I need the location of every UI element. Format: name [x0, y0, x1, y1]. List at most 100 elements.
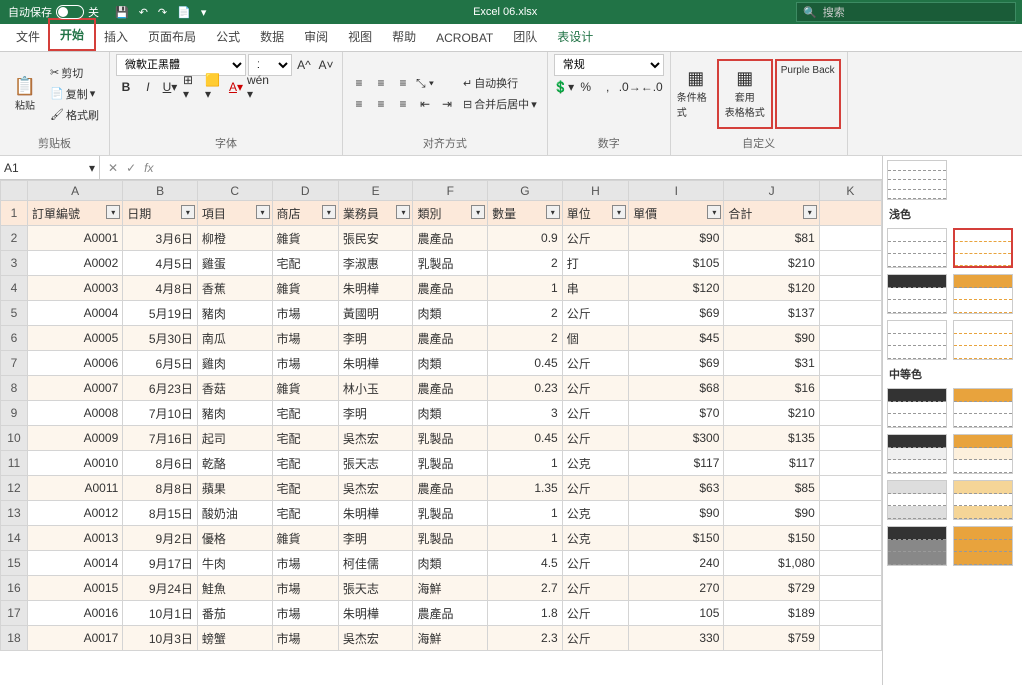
- comma-icon[interactable]: ,: [598, 77, 618, 97]
- table-header-cell[interactable]: 商店▾: [272, 201, 338, 226]
- table-row[interactable]: 3 A00024月5日雞蛋 宅配李淑惠乳製品 2打$105 $210: [1, 251, 882, 276]
- decrease-decimal-icon[interactable]: ←.0: [642, 77, 662, 97]
- style-swatch[interactable]: [887, 320, 947, 360]
- row-header[interactable]: 12: [1, 476, 28, 501]
- enter-icon[interactable]: ✓: [126, 161, 136, 175]
- currency-icon[interactable]: 💲▾: [554, 77, 574, 97]
- table-row[interactable]: 18 A001710月3日螃蟹 市場吳杰宏海鮮 2.3公斤330 $759: [1, 626, 882, 651]
- column-header[interactable]: H: [562, 181, 628, 201]
- style-swatch[interactable]: [953, 388, 1013, 428]
- align-left-icon[interactable]: ≡: [349, 94, 369, 114]
- tab-team[interactable]: 团队: [503, 22, 547, 51]
- undo-icon[interactable]: ↶: [139, 6, 148, 19]
- style-swatch[interactable]: [887, 388, 947, 428]
- filter-icon[interactable]: ▾: [256, 205, 270, 219]
- table-header-cell[interactable]: 業務員▾: [338, 201, 413, 226]
- indent-increase-icon[interactable]: ⇥: [437, 94, 457, 114]
- column-header[interactable]: D: [272, 181, 338, 201]
- row-header[interactable]: 16: [1, 576, 28, 601]
- tab-insert[interactable]: 插入: [94, 22, 138, 51]
- table-row[interactable]: 10 A00097月16日起司 宅配吳杰宏乳製品 0.45公斤$300 $135: [1, 426, 882, 451]
- table-row[interactable]: 4 A00034月8日香蕉 雜貨朱明樺農產品 1串$120 $120: [1, 276, 882, 301]
- row-header[interactable]: 15: [1, 551, 28, 576]
- row-header[interactable]: 13: [1, 501, 28, 526]
- row-header[interactable]: 4: [1, 276, 28, 301]
- font-color-icon[interactable]: A ▾: [226, 77, 246, 97]
- indent-decrease-icon[interactable]: ⇤: [415, 94, 435, 114]
- phonetic-icon[interactable]: wén ▾: [248, 77, 268, 97]
- tab-formulas[interactable]: 公式: [206, 22, 250, 51]
- column-header[interactable]: E: [338, 181, 413, 201]
- redo-icon[interactable]: ↷: [158, 6, 167, 19]
- table-row[interactable]: 11 A00108月6日乾酪 宅配張天志乳製品 1公克$117 $117: [1, 451, 882, 476]
- row-header[interactable]: 6: [1, 326, 28, 351]
- column-header[interactable]: K: [819, 181, 881, 201]
- table-header-cell[interactable]: 合計▾: [724, 201, 819, 226]
- table-header-cell[interactable]: 單價▾: [629, 201, 724, 226]
- filter-icon[interactable]: ▾: [396, 205, 410, 219]
- style-swatch[interactable]: [887, 434, 947, 474]
- row-header[interactable]: 18: [1, 626, 28, 651]
- row-header[interactable]: 14: [1, 526, 28, 551]
- touch-icon[interactable]: 📄: [177, 6, 191, 19]
- row-header[interactable]: 2: [1, 226, 28, 251]
- align-middle-icon[interactable]: ≡: [371, 73, 391, 93]
- orientation-icon[interactable]: ⤡ ▾: [415, 73, 435, 93]
- fill-color-icon[interactable]: 🟨 ▾: [204, 77, 224, 97]
- table-row[interactable]: 9 A00087月10日豬肉 宅配李明肉類 3公斤$70 $210: [1, 401, 882, 426]
- tab-data[interactable]: 数据: [250, 22, 294, 51]
- tab-file[interactable]: 文件: [6, 22, 50, 51]
- style-swatch[interactable]: [887, 228, 947, 268]
- table-row[interactable]: 5 A00045月19日豬肉 市場黃國明肉類 2公斤$69 $137: [1, 301, 882, 326]
- table-row[interactable]: 7 A00066月5日雞肉 市場朱明樺肉類 0.45公斤$69 $31: [1, 351, 882, 376]
- bold-icon[interactable]: B: [116, 77, 136, 97]
- tab-home[interactable]: 开始: [48, 18, 96, 51]
- qat-dropdown-icon[interactable]: ▾: [201, 6, 207, 19]
- filter-icon[interactable]: ▾: [106, 205, 120, 219]
- tab-acrobat[interactable]: ACROBAT: [426, 25, 503, 51]
- font-name-select[interactable]: 微軟正黑體: [116, 54, 246, 76]
- tab-layout[interactable]: 页面布局: [138, 22, 206, 51]
- table-row[interactable]: 15 A00149月17日牛肉 市場柯佳儒肉類 4.5公斤240 $1,080: [1, 551, 882, 576]
- tab-view[interactable]: 视图: [338, 22, 382, 51]
- column-header[interactable]: G: [488, 181, 563, 201]
- tab-review[interactable]: 审阅: [294, 22, 338, 51]
- table-header-cell[interactable]: 訂單編號▾: [27, 201, 122, 226]
- align-bottom-icon[interactable]: ≡: [393, 73, 413, 93]
- table-row[interactable]: 16 A00159月24日鮭魚 市場張天志海鮮 2.7公斤270 $729: [1, 576, 882, 601]
- cancel-icon[interactable]: ✕: [108, 161, 118, 175]
- border-icon[interactable]: ⊞ ▾: [182, 77, 202, 97]
- table-row[interactable]: 13 A00128月15日酸奶油 宅配朱明樺乳製品 1公克$90 $90: [1, 501, 882, 526]
- style-swatch[interactable]: [953, 434, 1013, 474]
- align-right-icon[interactable]: ≡: [393, 94, 413, 114]
- filter-icon[interactable]: ▾: [707, 205, 721, 219]
- row-header[interactable]: 8: [1, 376, 28, 401]
- search-box[interactable]: 🔍 搜索: [796, 2, 1016, 22]
- cut-button[interactable]: ✂ 剪切: [46, 63, 103, 83]
- table-header-cell[interactable]: 日期▾: [123, 201, 198, 226]
- row-header[interactable]: 5: [1, 301, 28, 326]
- style-swatch[interactable]: [953, 480, 1013, 520]
- filter-icon[interactable]: ▾: [322, 205, 336, 219]
- tab-table-design[interactable]: 表设计: [547, 22, 603, 51]
- column-header[interactable]: B: [123, 181, 198, 201]
- row-header[interactable]: 11: [1, 451, 28, 476]
- style-swatch[interactable]: [953, 274, 1013, 314]
- worksheet-grid[interactable]: ABCDEFGHIJK 1訂單編號▾日期▾項目▾商店▾業務員▾類別▾數量▾單位▾…: [0, 180, 882, 685]
- filter-icon[interactable]: ▾: [181, 205, 195, 219]
- format-painter-button[interactable]: 🖌 格式刷: [46, 105, 103, 125]
- column-header[interactable]: F: [413, 181, 488, 201]
- table-row[interactable]: 14 A00139月2日優格 雜貨李明乳製品 1公克$150 $150: [1, 526, 882, 551]
- copy-button[interactable]: 📄 复制 ▾: [46, 84, 103, 104]
- table-row[interactable]: 2 A00013月6日柳橙 雜貨張民安農產品 0.9公斤$90 $81: [1, 226, 882, 251]
- row-header[interactable]: 7: [1, 351, 28, 376]
- underline-icon[interactable]: U ▾: [160, 77, 180, 97]
- filter-icon[interactable]: ▾: [803, 205, 817, 219]
- style-swatch[interactable]: [953, 526, 1013, 566]
- table-row[interactable]: 8 A00076月23日香菇 雜貨林小玉農產品 0.23公斤$68 $16: [1, 376, 882, 401]
- style-swatch[interactable]: [887, 480, 947, 520]
- save-icon[interactable]: 💾: [115, 6, 129, 19]
- style-swatch[interactable]: [887, 274, 947, 314]
- row-header[interactable]: 1: [1, 201, 28, 226]
- table-header-cell[interactable]: 類別▾: [413, 201, 488, 226]
